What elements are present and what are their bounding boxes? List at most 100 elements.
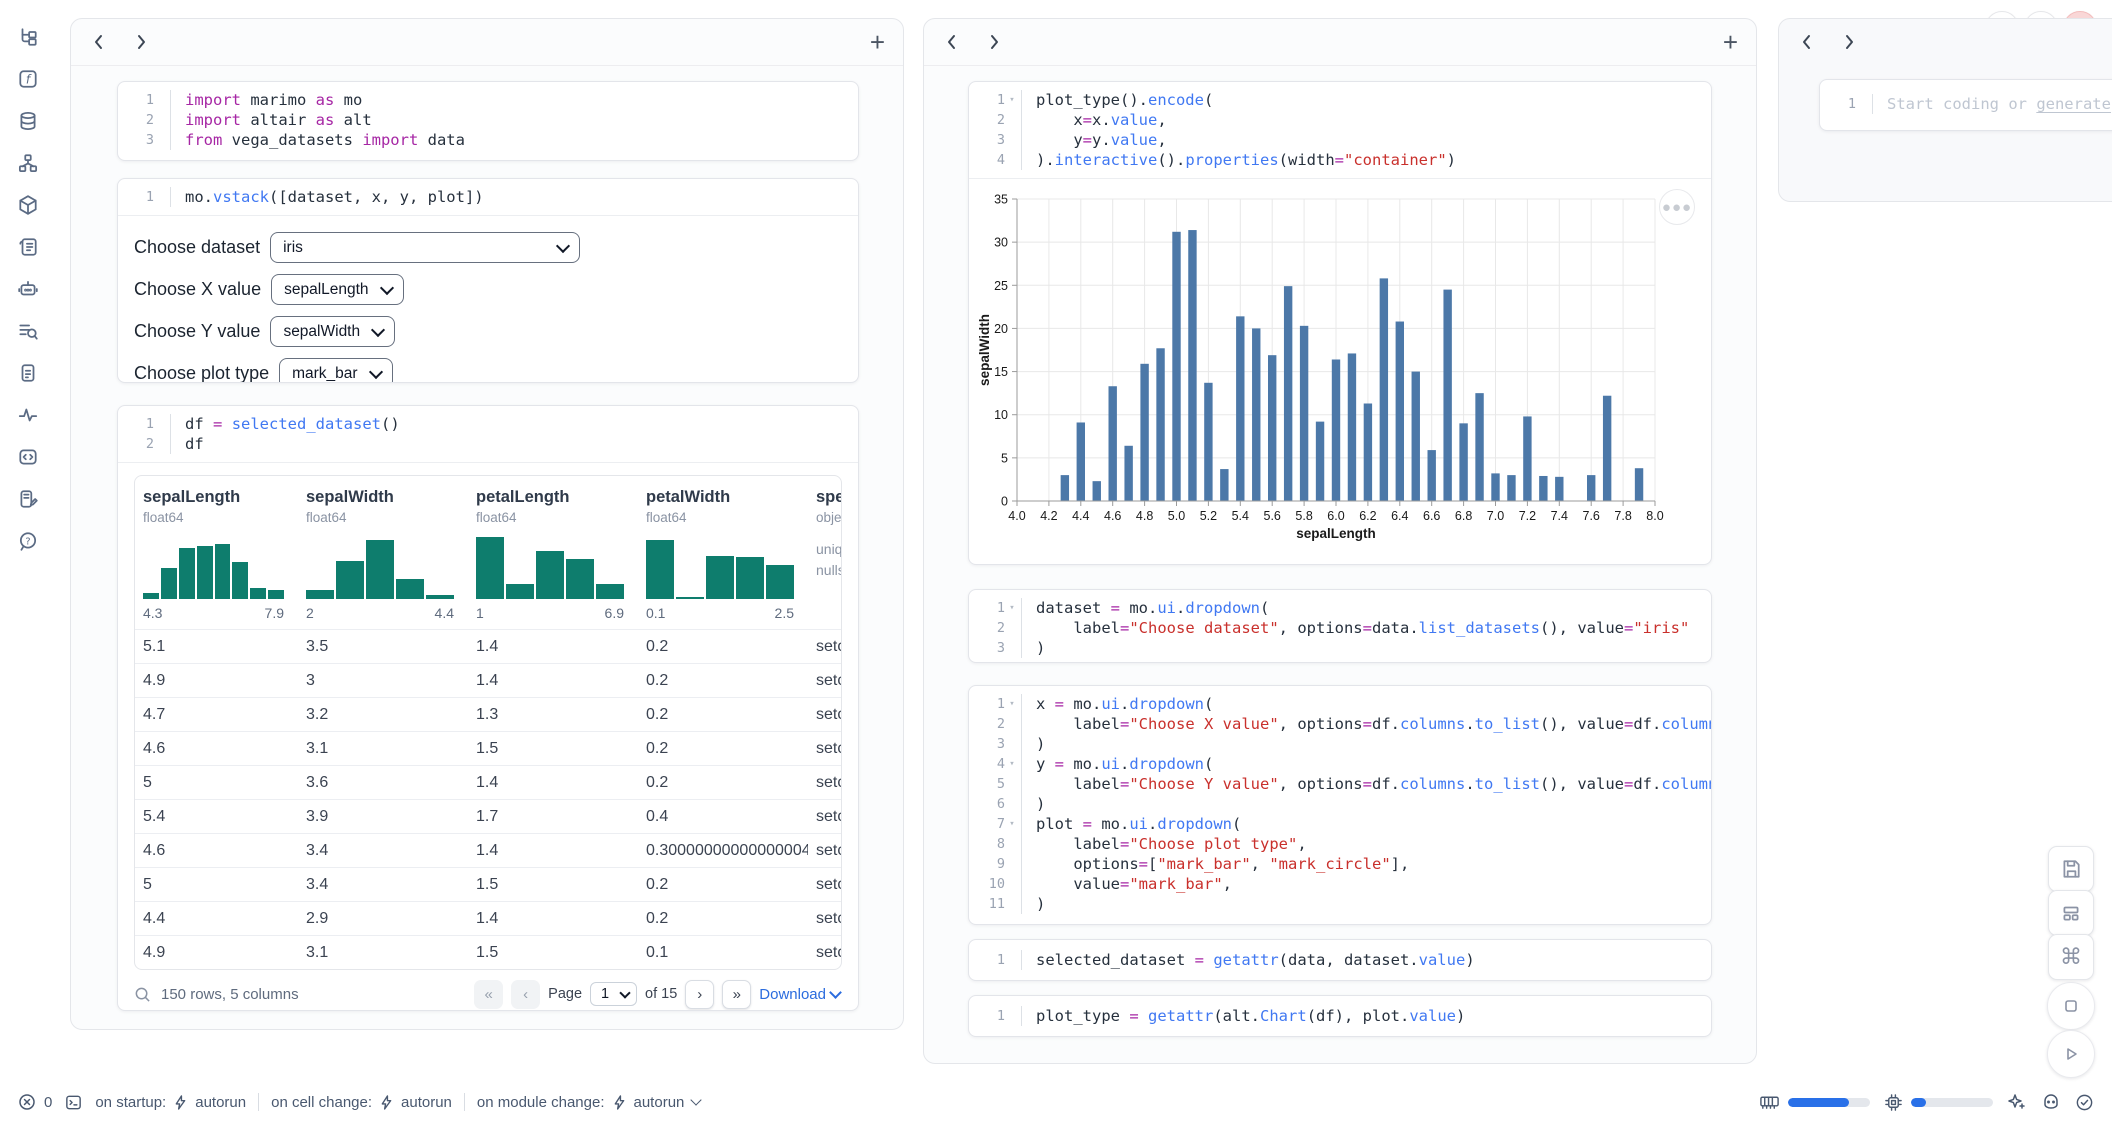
code-line: 2import altair as alt (118, 110, 858, 130)
memory-usage[interactable] (1759, 1093, 1870, 1111)
column-header[interactable]: speciesobjectunique:nulls: (808, 476, 842, 629)
column-right-button[interactable] (133, 33, 151, 51)
tracing-icon[interactable] (15, 402, 41, 428)
code-line: 9 options=["mark_bar", "mark_circle"], (969, 854, 1711, 874)
cell-plot[interactable]: 1▾plot_type().encode(2 x=x.value,3 y=y.v… (968, 81, 1712, 565)
cell-xy-plot-dropdowns[interactable]: 1▾x = mo.ui.dropdown(2 label="Choose X v… (968, 685, 1712, 925)
table-row[interactable]: 4.63.41.40.30000000000000004setosa (135, 833, 841, 867)
column-left-button[interactable] (89, 33, 107, 51)
table-footer: 150 rows, 5 columns « ‹ Page 1 of 15 › »… (134, 972, 840, 1011)
fold-icon[interactable]: ▾ (1005, 603, 1019, 613)
table-row[interactable]: 4.93.11.50.1setosa (135, 935, 841, 969)
code-line: 1import marimo as mo (118, 90, 858, 110)
stop-button[interactable] (2047, 982, 2095, 1030)
file-tree-icon[interactable] (15, 24, 41, 50)
copilot-button[interactable] (2041, 1092, 2061, 1112)
documentation-icon[interactable] (15, 234, 41, 260)
table-row[interactable]: 53.61.40.2setosa (135, 765, 841, 799)
packages-icon[interactable] (15, 192, 41, 218)
column-left-button[interactable] (942, 33, 960, 51)
column-header[interactable]: petalLengthfloat6416.9 (468, 476, 638, 629)
column-1-header: + (71, 19, 903, 66)
cpu-usage[interactable] (1884, 1093, 1993, 1112)
table-row[interactable]: 4.42.91.40.2setosa (135, 901, 841, 935)
search-icon[interactable] (134, 986, 151, 1003)
bar (1348, 353, 1356, 501)
dataframe-table: sepalLengthfloat644.37.9sepalWidthfloat6… (134, 475, 842, 970)
functions-icon[interactable]: f (15, 66, 41, 92)
datasources-icon[interactable] (15, 108, 41, 134)
on-startup-config[interactable]: on startup: autorun (95, 1094, 246, 1111)
x-value-select[interactable]: sepalLength (271, 274, 404, 305)
column-header[interactable]: petalWidthfloat640.12.5 (638, 476, 808, 629)
add-cell-button[interactable]: + (1723, 29, 1738, 55)
page-select[interactable]: 1 (590, 982, 637, 1006)
cell-imports[interactable]: 1import marimo as mo2import altair as al… (117, 81, 859, 161)
chat-icon[interactable] (15, 276, 41, 302)
svg-text:7.0: 7.0 (1487, 509, 1504, 523)
connection-status[interactable] (2075, 1093, 2094, 1112)
download-button[interactable]: Download (759, 986, 840, 1003)
table-row[interactable]: 4.73.21.30.2setosa (135, 697, 841, 731)
column-histogram (143, 537, 284, 599)
cell-plot-type[interactable]: 1plot_type = getattr(alt.Chart(df), plot… (968, 995, 1712, 1037)
table-row[interactable]: 53.41.50.2setosa (135, 867, 841, 901)
bar (1124, 446, 1132, 501)
save-button[interactable] (2048, 846, 2094, 892)
bar (1443, 290, 1451, 501)
column-right-button[interactable] (1841, 33, 1859, 51)
help-icon[interactable]: ? (15, 528, 41, 554)
row-count: 150 rows, 5 columns (161, 986, 299, 1003)
shortcuts-button[interactable]: ⌘ (2048, 934, 2094, 980)
table-row[interactable]: 5.13.51.40.2setosa (135, 629, 841, 663)
table-row[interactable]: 4.63.11.50.2setosa (135, 731, 841, 765)
editor-placeholder[interactable]: Start coding or generate with (1872, 94, 2112, 114)
plot-type-select[interactable]: mark_bar (279, 358, 393, 383)
chart-actions-button[interactable]: ●●● (1659, 189, 1695, 225)
altair-chart[interactable]: 051015202530354.04.24.44.64.85.05.25.45.… (977, 191, 1673, 556)
column-header[interactable]: sepalWidthfloat6424.4 (298, 476, 468, 629)
table-row[interactable]: 5.43.91.70.4setosa (135, 799, 841, 833)
fold-icon[interactable]: ▾ (1005, 699, 1019, 709)
cell-vstack[interactable]: 1mo.vstack([dataset, x, y, plot]) Choose… (117, 178, 859, 383)
last-page-button[interactable]: » (722, 980, 751, 1009)
fold-icon[interactable]: ▾ (1005, 819, 1019, 829)
errors-indicator[interactable]: 0 (18, 1093, 52, 1111)
dataset-select[interactable]: iris (270, 232, 580, 263)
fold-icon[interactable]: ▾ (1005, 759, 1019, 769)
chevron-left-icon (946, 34, 956, 50)
prev-page-button[interactable]: ‹ (511, 980, 540, 1009)
svg-text:sepalWidth: sepalWidth (977, 314, 992, 386)
fold-icon[interactable]: ▾ (1005, 95, 1019, 105)
next-page-button[interactable]: › (685, 980, 714, 1009)
dependencies-icon[interactable] (15, 150, 41, 176)
logs-icon[interactable] (15, 318, 41, 344)
column-left-button[interactable] (1797, 33, 1815, 51)
ai-assist-button[interactable] (2007, 1092, 2027, 1112)
layout-button[interactable] (2048, 890, 2094, 936)
generate-link[interactable]: generate (2036, 95, 2111, 113)
cell-dataset-dropdown[interactable]: 1▾dataset = mo.ui.dropdown(2 label="Choo… (968, 589, 1712, 663)
y-value-select[interactable]: sepalWidth (270, 316, 395, 347)
terminal-button[interactable] (64, 1093, 83, 1112)
run-button[interactable] (2047, 1030, 2095, 1078)
snippets-icon[interactable] (15, 360, 41, 386)
bar (1252, 328, 1260, 501)
cell-dataframe[interactable]: 1df = selected_dataset()2df sepalLengthf… (117, 405, 859, 1011)
cell-selected-dataset[interactable]: 1selected_dataset = getattr(data, datase… (968, 939, 1712, 981)
table-row[interactable]: 4.931.40.2setosa (135, 663, 841, 697)
add-cell-button[interactable]: + (870, 29, 885, 55)
cell-empty[interactable]: 1 Start coding or generate with (1819, 79, 2112, 131)
on-module-change-config[interactable]: on module change: autorun (477, 1094, 700, 1111)
sparkles-icon (2007, 1092, 2027, 1112)
column-right-button[interactable] (986, 33, 1004, 51)
bar (1507, 475, 1515, 501)
code-block-icon[interactable] (15, 444, 41, 470)
chevron-right-icon (1845, 34, 1855, 50)
column-header[interactable]: sepalLengthfloat644.37.9 (135, 476, 298, 629)
on-cell-change-config[interactable]: on cell change: autorun (271, 1094, 452, 1111)
first-page-button[interactable]: « (474, 980, 503, 1009)
svg-text:5.2: 5.2 (1200, 509, 1217, 523)
scratchpad-icon[interactable] (15, 486, 41, 512)
code-line: 2df (118, 434, 858, 454)
